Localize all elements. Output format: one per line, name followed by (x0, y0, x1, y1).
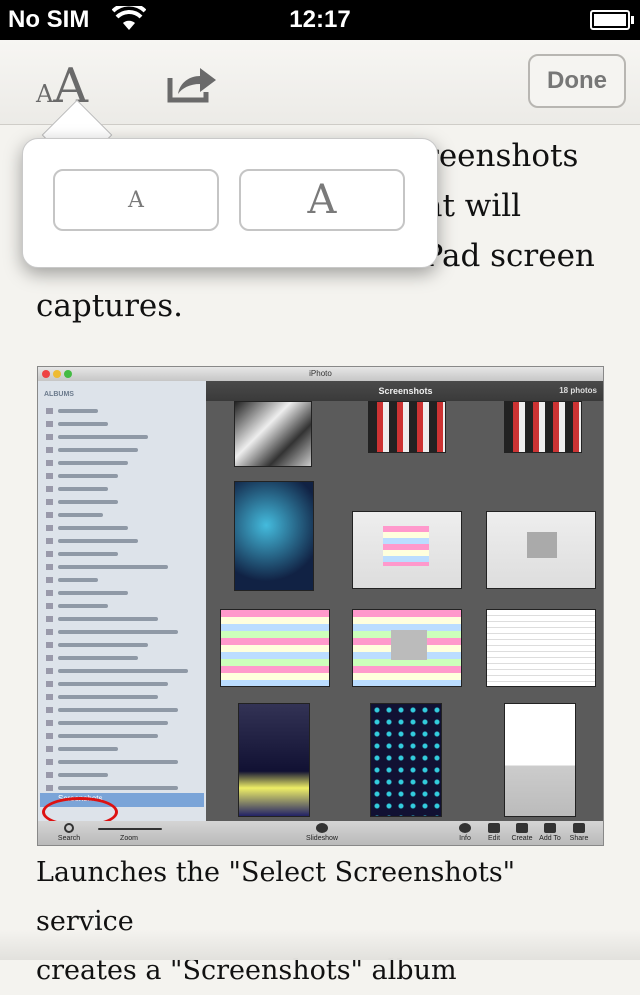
album-row (46, 745, 196, 753)
photos-header: Screenshots 18 photos (206, 381, 603, 401)
album-row (46, 433, 196, 441)
photo-count: 18 photos (559, 386, 597, 395)
album-row (46, 459, 196, 467)
album-row (46, 563, 196, 571)
font-small-glyph: A (36, 80, 54, 108)
albums-sidebar: ALBUMS (38, 381, 206, 821)
tool-share: Share (569, 835, 589, 842)
album-row (46, 511, 196, 519)
albums-header: ALBUMS (44, 391, 74, 398)
info-icon (459, 823, 471, 833)
album-row (46, 758, 196, 766)
clock: 12:17 (289, 6, 351, 33)
album-title: Screenshots (378, 386, 433, 396)
photo-thumbnail (504, 703, 576, 817)
share-icon[interactable] (166, 64, 218, 104)
figure-caption: Launches the "Select Screenshots" servic… (36, 848, 616, 995)
album-row (46, 641, 196, 649)
album-row (46, 615, 196, 623)
photo-thumbnail (486, 511, 596, 589)
album-row (46, 719, 196, 727)
tool-info: Info (459, 835, 471, 842)
album-row (46, 693, 196, 701)
album-row (46, 420, 196, 428)
photo-grid (206, 401, 603, 821)
album-row (46, 680, 196, 688)
decrease-font-button[interactable]: A (53, 169, 219, 231)
tool-search: Search (57, 835, 81, 842)
album-row (46, 576, 196, 584)
tool-slideshow: Slideshow (306, 835, 338, 842)
tool-create: Create (511, 835, 533, 842)
status-bar: No SIM 12:17 (0, 0, 640, 40)
photo-thumbnail (234, 481, 314, 591)
pencil-icon (488, 823, 500, 833)
window-titlebar: iPhoto (38, 367, 603, 381)
magnifier-icon (64, 823, 74, 833)
album-row (46, 472, 196, 480)
album-row (46, 784, 196, 792)
add-icon (544, 823, 556, 833)
iphoto-toolbar: Search Zoom Slideshow Info Edit Create A… (38, 821, 603, 845)
window-title: iPhoto (309, 369, 332, 378)
photo-thumbnail (234, 401, 312, 467)
album-row (46, 589, 196, 597)
zoom-dot-icon (64, 370, 72, 378)
tool-add-to: Add To (539, 835, 561, 842)
tool-edit: Edit (487, 835, 501, 842)
photo-thumbnail (352, 511, 462, 589)
close-dot-icon (42, 370, 50, 378)
text-line: captures. (36, 288, 184, 324)
album-row (46, 407, 196, 415)
photo-thumbnail (238, 703, 310, 817)
photo-thumbnail (370, 703, 442, 817)
album-row (46, 628, 196, 636)
album-row (46, 485, 196, 493)
play-icon (316, 823, 328, 833)
album-row (46, 602, 196, 610)
album-row (46, 706, 196, 714)
reader-toolbar: AA Done (0, 40, 640, 125)
minimize-dot-icon (53, 370, 61, 378)
photo-thumbnail (486, 609, 596, 687)
album-row (46, 732, 196, 740)
photo-thumbnail (504, 401, 582, 453)
album-row (46, 771, 196, 779)
photo-thumbnail (352, 609, 462, 687)
done-button[interactable]: Done (528, 54, 626, 108)
photo-thumbnail (220, 609, 330, 687)
create-icon (516, 823, 528, 833)
text-line: reenshots (424, 138, 579, 174)
album-row (46, 498, 196, 506)
share-small-icon (573, 823, 585, 833)
album-row (46, 654, 196, 662)
increase-font-button[interactable]: A (239, 169, 405, 231)
photo-thumbnail (368, 401, 446, 453)
zoom-slider-icon (98, 828, 162, 830)
tool-zoom: Zoom (120, 835, 138, 842)
iphoto-screenshot-image: iPhoto ALBUMS Screenshots Screenshots 18… (37, 366, 604, 846)
album-row (46, 550, 196, 558)
album-row (46, 667, 196, 675)
album-row (46, 537, 196, 545)
text-line: at will (424, 188, 522, 224)
album-row (46, 524, 196, 532)
album-row (46, 446, 196, 454)
battery-icon (590, 10, 634, 30)
